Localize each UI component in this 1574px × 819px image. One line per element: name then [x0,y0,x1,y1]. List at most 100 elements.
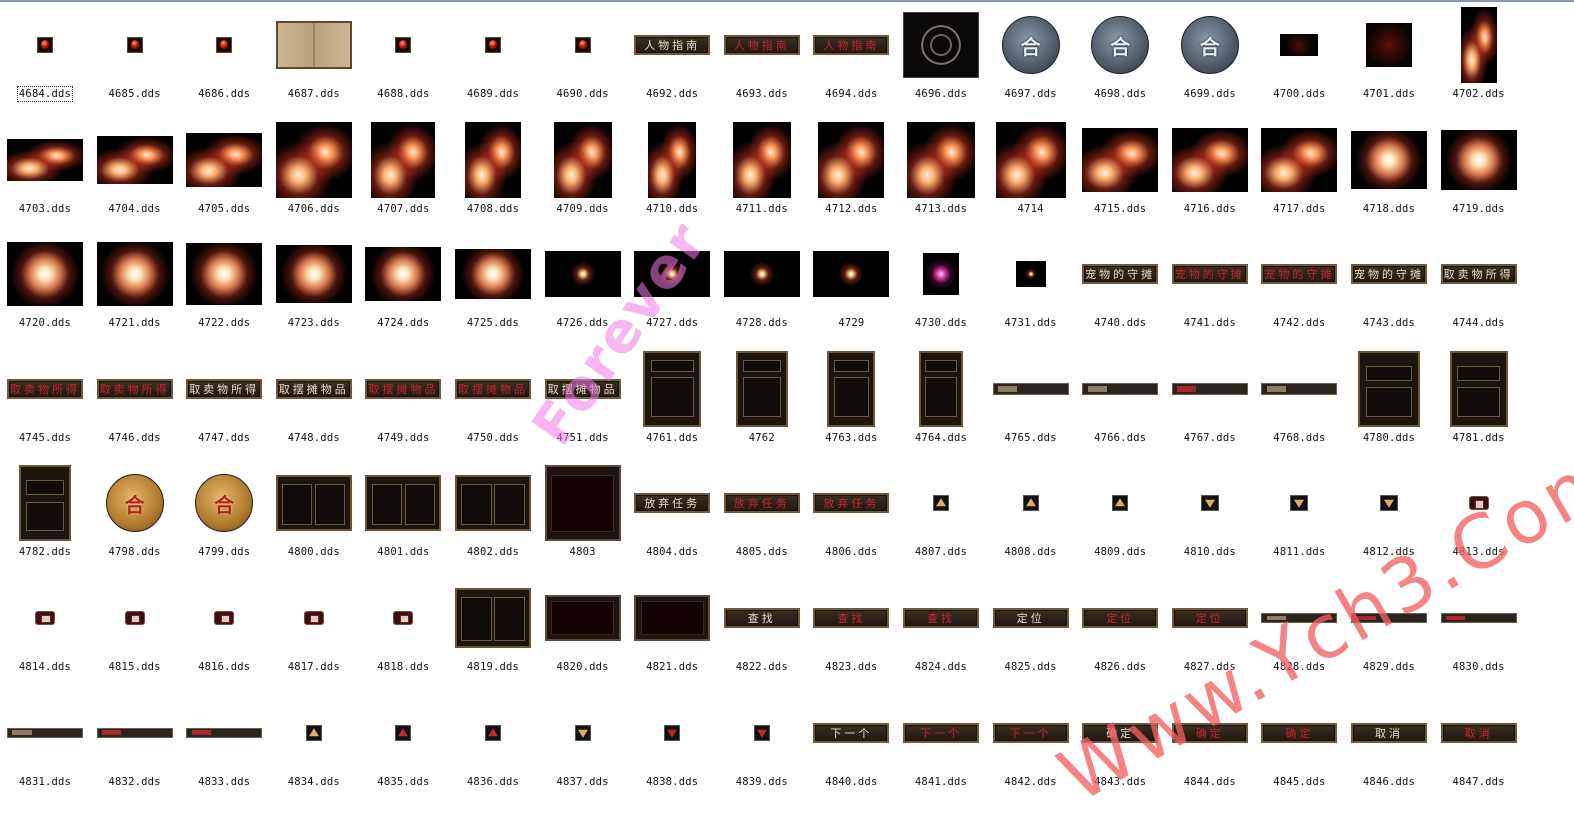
file-item-4806-dds[interactable]: 放弃任务 4806.dds [806,462,896,576]
file-item-4765-dds[interactable]: 4765.dds [986,348,1076,462]
file-item-4694-dds[interactable]: 人物指南 4694.dds [806,4,896,118]
file-item-4761-dds[interactable]: 4761.dds [627,348,717,462]
file-item-4840-dds[interactable]: 下一个 4840.dds [806,692,896,806]
file-item-4843-dds[interactable]: 确定 4843.dds [1075,692,1165,806]
file-item-4803[interactable]: 4803 [538,462,628,576]
file-item-4688-dds[interactable]: 4688.dds [358,4,448,118]
file-item-4828-dds[interactable]: 4828.dds [1254,577,1344,691]
file-item-4703-dds[interactable]: 4703.dds [0,119,90,233]
file-item-4684-dds[interactable]: 4684.dds [0,4,90,118]
file-item-4813-dds[interactable]: 4813.dds [1434,462,1524,576]
file-item-4719-dds[interactable]: 4719.dds [1434,119,1524,233]
file-item-4705-dds[interactable]: 4705.dds [179,119,269,233]
file-item-4799-dds[interactable]: 合 4799.dds [179,462,269,576]
file-item-4747-dds[interactable]: 取卖物所得 4747.dds [179,348,269,462]
file-item-4710-dds[interactable]: 4710.dds [627,119,717,233]
file-item-4749-dds[interactable]: 取摆摊物品 4749.dds [358,348,448,462]
file-item-4726-dds[interactable]: 4726.dds [538,233,628,347]
file-item-4816-dds[interactable]: 4816.dds [179,577,269,691]
file-item-4767-dds[interactable]: 4767.dds [1165,348,1255,462]
file-item-4725-dds[interactable]: 4725.dds [448,233,538,347]
file-item-4692-dds[interactable]: 人物指南 4692.dds [627,4,717,118]
file-item-4824-dds[interactable]: 查找 4824.dds [896,577,986,691]
file-item-4809-dds[interactable]: 4809.dds [1075,462,1165,576]
file-item-4720-dds[interactable]: 4720.dds [0,233,90,347]
file-item-4842-dds[interactable]: 下一个 4842.dds [986,692,1076,806]
file-item-4836-dds[interactable]: 4836.dds [448,692,538,806]
file-item-4746-dds[interactable]: 取卖物所得 4746.dds [90,348,180,462]
file-item-4715-dds[interactable]: 4715.dds [1075,119,1165,233]
file-item-4727-dds[interactable]: 4727.dds [627,233,717,347]
file-item-4826-dds[interactable]: 定位 4826.dds [1075,577,1165,691]
file-item-4750-dds[interactable]: 取摆摊物品 4750.dds [448,348,538,462]
file-item-4745-dds[interactable]: 取卖物所得 4745.dds [0,348,90,462]
file-item-4712-dds[interactable]: 4712.dds [806,119,896,233]
file-item-4764-dds[interactable]: 4764.dds [896,348,986,462]
file-item-4837-dds[interactable]: 4837.dds [538,692,628,806]
file-item-4832-dds[interactable]: 4832.dds [90,692,180,806]
file-item-4801-dds[interactable]: 4801.dds [358,462,448,576]
file-item-4706-dds[interactable]: 4706.dds [269,119,359,233]
file-item-4833-dds[interactable]: 4833.dds [179,692,269,806]
file-item-4808-dds[interactable]: 4808.dds [986,462,1076,576]
file-item-4814-dds[interactable]: 4814.dds [0,577,90,691]
file-item-4834-dds[interactable]: 4834.dds [269,692,359,806]
file-item-4839-dds[interactable]: 4839.dds [717,692,807,806]
file-item-4820-dds[interactable]: 4820.dds [538,577,628,691]
file-item-4724-dds[interactable]: 4724.dds [358,233,448,347]
file-item-4845-dds[interactable]: 确定 4845.dds [1254,692,1344,806]
file-item-4825-dds[interactable]: 定位 4825.dds [986,577,1076,691]
file-item-4723-dds[interactable]: 4723.dds [269,233,359,347]
file-item-4689-dds[interactable]: 4689.dds [448,4,538,118]
file-item-4721-dds[interactable]: 4721.dds [90,233,180,347]
file-item-4751-dds[interactable]: 取摆摊物品 4751.dds [538,348,628,462]
file-item-4730-dds[interactable]: 4730.dds [896,233,986,347]
file-item-4697-dds[interactable]: 合 4697.dds [986,4,1076,118]
file-item-4835-dds[interactable]: 4835.dds [358,692,448,806]
file-item-4718-dds[interactable]: 4718.dds [1344,119,1434,233]
file-item-4766-dds[interactable]: 4766.dds [1075,348,1165,462]
file-item-4829-dds[interactable]: 4829.dds [1344,577,1434,691]
file-item-4811-dds[interactable]: 4811.dds [1254,462,1344,576]
file-item-4800-dds[interactable]: 4800.dds [269,462,359,576]
file-item-4731-dds[interactable]: 4731.dds [986,233,1076,347]
file-item-4780-dds[interactable]: 4780.dds [1344,348,1434,462]
file-item-4687-dds[interactable]: 4687.dds [269,4,359,118]
file-item-4831-dds[interactable]: 4831.dds [0,692,90,806]
file-item-4707-dds[interactable]: 4707.dds [358,119,448,233]
file-item-4847-dds[interactable]: 取消 4847.dds [1434,692,1524,806]
file-item-4693-dds[interactable]: 人物指南 4693.dds [717,4,807,118]
file-item-4686-dds[interactable]: 4686.dds [179,4,269,118]
file-item-4807-dds[interactable]: 4807.dds [896,462,986,576]
file-item-4812-dds[interactable]: 4812.dds [1344,462,1434,576]
file-item-4818-dds[interactable]: 4818.dds [358,577,448,691]
file-item-4762[interactable]: 4762 [717,348,807,462]
file-item-4742-dds[interactable]: 宠物的守摊 4742.dds [1254,233,1344,347]
file-item-4740-dds[interactable]: 宠物的守摊 4740.dds [1075,233,1165,347]
file-item-4827-dds[interactable]: 定位 4827.dds [1165,577,1255,691]
file-item-4781-dds[interactable]: 4781.dds [1434,348,1524,462]
file-item-4821-dds[interactable]: 4821.dds [627,577,717,691]
file-item-4744-dds[interactable]: 取卖物所得 4744.dds [1434,233,1524,347]
file-item-4713-dds[interactable]: 4713.dds [896,119,986,233]
file-item-4817-dds[interactable]: 4817.dds [269,577,359,691]
file-item-4830-dds[interactable]: 4830.dds [1434,577,1524,691]
file-item-4798-dds[interactable]: 合 4798.dds [90,462,180,576]
file-item-4802-dds[interactable]: 4802.dds [448,462,538,576]
file-item-4704-dds[interactable]: 4704.dds [90,119,180,233]
file-item-4701-dds[interactable]: 4701.dds [1344,4,1434,118]
file-item-4841-dds[interactable]: 下一个 4841.dds [896,692,986,806]
file-item-4844-dds[interactable]: 确定 4844.dds [1165,692,1255,806]
file-item-4804-dds[interactable]: 放弃任务 4804.dds [627,462,717,576]
file-item-4729[interactable]: 4729 [806,233,896,347]
file-item-4743-dds[interactable]: 宠物的守摊 4743.dds [1344,233,1434,347]
file-item-4717-dds[interactable]: 4717.dds [1254,119,1344,233]
file-item-4838-dds[interactable]: 4838.dds [627,692,717,806]
file-item-4699-dds[interactable]: 合 4699.dds [1165,4,1255,118]
file-item-4846-dds[interactable]: 取消 4846.dds [1344,692,1434,806]
file-item-4716-dds[interactable]: 4716.dds [1165,119,1255,233]
file-item-4690-dds[interactable]: 4690.dds [538,4,628,118]
file-item-4823-dds[interactable]: 查找 4823.dds [806,577,896,691]
file-item-4819-dds[interactable]: 4819.dds [448,577,538,691]
file-item-4768-dds[interactable]: 4768.dds [1254,348,1344,462]
